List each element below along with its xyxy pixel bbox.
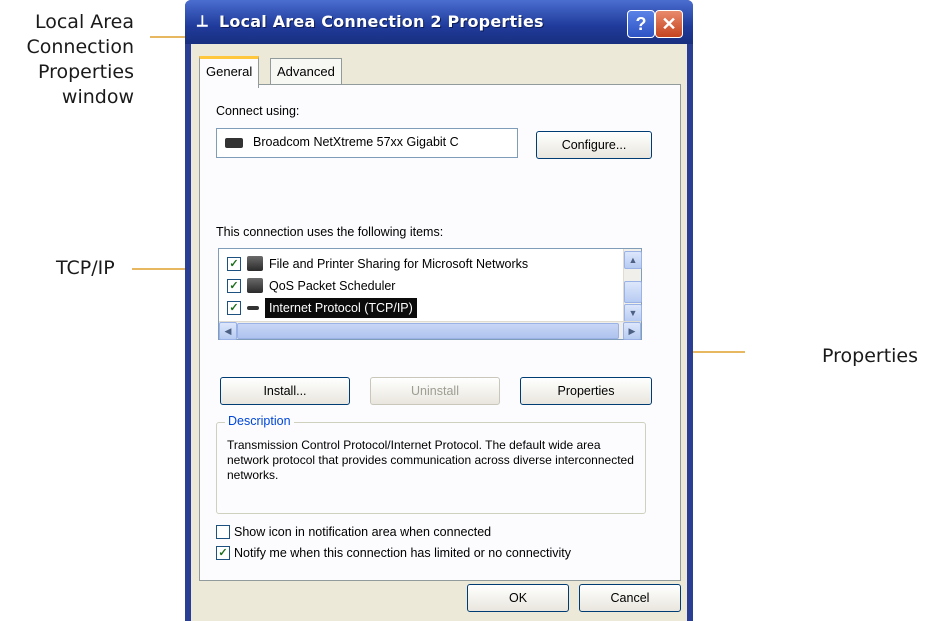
description-text: Transmission Control Protocol/Internet P… [227, 438, 634, 482]
show-icon-label: Show icon in notification area when conn… [234, 525, 492, 539]
callout-window-label: Local Area Connection Properties window [26, 11, 134, 108]
notify-label: Notify me when this connection has limit… [234, 546, 571, 560]
close-button[interactable]: ✕ [655, 10, 683, 38]
items-heading: This connection uses the following items… [216, 225, 444, 239]
window-title: Local Area Connection 2 Properties [219, 12, 544, 31]
title-bar[interactable]: ⟂ Local Area Connection 2 Properties ? ✕ [185, 0, 693, 44]
network-protocol-icon [247, 306, 259, 310]
scroll-down-icon[interactable]: ▼ [624, 304, 642, 322]
callout-properties-label: Properties [822, 345, 919, 367]
description-legend: Description [225, 414, 294, 428]
uninstall-button[interactable]: Uninstall [370, 377, 500, 405]
properties-button-label: Properties [557, 384, 615, 398]
network-service-icon [247, 256, 263, 271]
uninstall-button-label: Uninstall [411, 384, 459, 398]
scroll-left-icon[interactable]: ◀ [219, 322, 237, 340]
configure-button-label: Configure... [561, 138, 627, 152]
tab-general[interactable]: General [199, 56, 260, 88]
tab-advanced[interactable]: Advanced [270, 58, 342, 85]
properties-window: ⟂ Local Area Connection 2 Properties ? ✕… [185, 0, 693, 621]
scroll-right-icon[interactable]: ▶ [623, 322, 641, 340]
network-service-icon [247, 278, 263, 293]
connect-using-label: Connect using: [216, 104, 300, 118]
cancel-button[interactable]: Cancel [579, 584, 681, 612]
adapter-field: Broadcom NetXtreme 57xx Gigabit C [216, 128, 518, 158]
help-icon: ? [635, 14, 647, 34]
vertical-scrollbar[interactable]: ▲ ▼ [623, 249, 642, 322]
show-icon-checkbox[interactable] [216, 525, 230, 539]
list-item-label: Internet Protocol (TCP/IP) [265, 298, 417, 318]
leader-window [150, 36, 188, 38]
properties-button[interactable]: Properties [520, 377, 652, 405]
item-checkbox[interactable]: ✓ [227, 301, 241, 315]
components-list[interactable]: ✓ File and Printer Sharing for Microsoft… [218, 248, 642, 340]
scroll-thumb[interactable] [624, 281, 642, 303]
horizontal-scroll-thumb[interactable] [237, 323, 619, 339]
scroll-up-icon[interactable]: ▲ [624, 251, 642, 269]
tab-general-label: General [206, 64, 253, 79]
help-button[interactable]: ? [627, 10, 655, 38]
tab-advanced-label: Advanced [277, 64, 335, 79]
ok-button[interactable]: OK [467, 584, 569, 612]
configure-button[interactable]: Configure... [536, 131, 652, 159]
ok-button-label: OK [508, 591, 528, 605]
list-item-label: QoS Packet Scheduler [269, 279, 396, 293]
install-button-label: Install... [263, 384, 307, 398]
close-icon: ✕ [661, 14, 677, 34]
callout-tcpip-label: TCP/IP [56, 257, 115, 279]
notify-checkbox[interactable]: ✓ [216, 546, 230, 560]
network-adapter-icon [225, 138, 243, 148]
description-group: Description Transmission Control Protoco… [216, 414, 646, 514]
list-item-label: File and Printer Sharing for Microsoft N… [269, 257, 529, 271]
adapter-name: Broadcom NetXtreme 57xx Gigabit C [253, 135, 459, 149]
cancel-button-label: Cancel [610, 591, 650, 605]
dialog-client: General Advanced Connect using: Broadcom… [191, 44, 687, 621]
install-button[interactable]: Install... [220, 377, 350, 405]
network-connection-icon: ⟂ [197, 13, 208, 30]
item-checkbox[interactable]: ✓ [227, 279, 241, 293]
horizontal-scrollbar[interactable]: ◀ ▶ [219, 321, 641, 340]
item-checkbox[interactable]: ✓ [227, 257, 241, 271]
general-panel: Connect using: Broadcom NetXtreme 57xx G… [199, 84, 681, 581]
